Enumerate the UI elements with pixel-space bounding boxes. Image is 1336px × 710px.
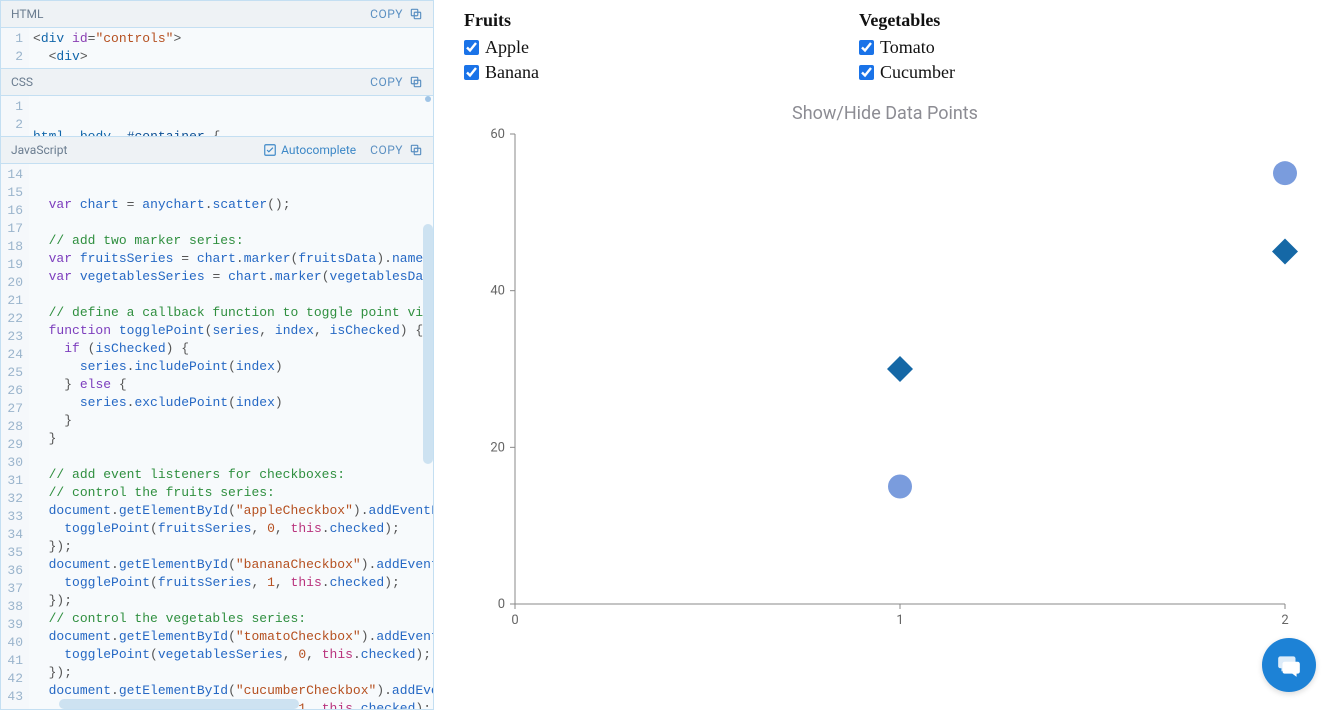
vegetables-title: Vegetables — [859, 10, 955, 31]
copy-label: COPY — [370, 7, 403, 21]
tomato-label: Tomato — [880, 37, 935, 58]
chat-button[interactable] — [1262, 638, 1316, 692]
html-title: HTML — [11, 7, 44, 21]
copy-icon — [409, 7, 423, 21]
tomato-checkbox-row[interactable]: Tomato — [859, 37, 955, 58]
apple-label: Apple — [485, 37, 529, 58]
js-vertical-scrollbar[interactable] — [423, 224, 433, 464]
html-code-area[interactable]: 12 <div id="controls"> <div> — [1, 28, 433, 68]
js-horizontal-scrollbar[interactable] — [59, 699, 299, 709]
html-code-lines[interactable]: <div id="controls"> <div> — [29, 28, 433, 68]
copy-icon — [409, 143, 423, 157]
css-scroll-indicator — [425, 96, 431, 102]
svg-text:40: 40 — [490, 284, 505, 299]
scatter-chart: 0 20 40 60 0 1 2 — [465, 124, 1305, 644]
tomato-checkbox[interactable] — [859, 40, 874, 55]
svg-text:1: 1 — [896, 613, 903, 628]
css-copy-button[interactable]: COPY — [370, 75, 423, 89]
js-title: JavaScript — [11, 143, 67, 157]
fruits-title: Fruits — [464, 10, 539, 31]
fruits-group: Fruits Apple Banana — [464, 10, 539, 85]
css-code-area[interactable]: 12 html, body, #container { width: 100%; — [1, 96, 433, 136]
css-header: CSS COPY — [1, 68, 433, 96]
chart-title: Show/Hide Data Points — [464, 103, 1306, 124]
css-section: CSS COPY 12 html, body, #container { wid… — [1, 68, 433, 136]
css-gutter: 12 — [1, 96, 29, 136]
autocomplete-toggle[interactable]: Autocomplete — [263, 143, 356, 157]
html-copy-button[interactable]: COPY — [370, 7, 423, 21]
js-header: JavaScript Autocomplete COPY — [1, 136, 433, 164]
checkbox-checked-icon — [263, 143, 277, 157]
copy-label: COPY — [370, 75, 403, 89]
banana-label: Banana — [485, 62, 539, 83]
cucumber-label: Cucumber — [880, 62, 955, 83]
controls: Fruits Apple Banana Vegetables Tomato Cu… — [464, 10, 1306, 85]
css-title: CSS — [11, 75, 33, 89]
js-gutter: 1415161718192021222324252627282930313233… — [1, 164, 29, 709]
js-code-lines[interactable]: var chart = anychart.scatter(); // add t… — [29, 164, 433, 709]
apple-checkbox-row[interactable]: Apple — [464, 37, 539, 58]
svg-text:2: 2 — [1281, 613, 1288, 628]
js-copy-button[interactable]: COPY — [370, 143, 423, 157]
copy-icon — [409, 75, 423, 89]
js-section: JavaScript Autocomplete COPY 14151617181… — [1, 136, 433, 709]
apple-checkbox[interactable] — [464, 40, 479, 55]
svg-text:20: 20 — [490, 440, 505, 455]
chat-icon — [1276, 652, 1302, 678]
cucumber-checkbox-row[interactable]: Cucumber — [859, 62, 955, 83]
svg-text:0: 0 — [498, 597, 505, 612]
code-editor-panel: HTML COPY 12 <div id="controls"> <div> C… — [0, 0, 434, 710]
svg-text:0: 0 — [511, 613, 518, 628]
html-header: HTML COPY — [1, 1, 433, 28]
cucumber-checkbox[interactable] — [859, 65, 874, 80]
html-gutter: 12 — [1, 28, 29, 68]
copy-label: COPY — [370, 143, 403, 157]
vegetables-group: Vegetables Tomato Cucumber — [859, 10, 955, 85]
chart-container: Show/Hide Data Points 0 20 40 60 0 1 2 — [464, 103, 1306, 644]
preview-panel: Fruits Apple Banana Vegetables Tomato Cu… — [434, 0, 1336, 710]
svg-text:60: 60 — [490, 127, 505, 142]
banana-checkbox[interactable] — [464, 65, 479, 80]
js-code-area[interactable]: 1415161718192021222324252627282930313233… — [1, 164, 433, 709]
banana-checkbox-row[interactable]: Banana — [464, 62, 539, 83]
autocomplete-label: Autocomplete — [281, 143, 356, 157]
css-code-lines[interactable]: html, body, #container { width: 100%; — [29, 96, 433, 136]
html-section: HTML COPY 12 <div id="controls"> <div> — [1, 1, 433, 68]
